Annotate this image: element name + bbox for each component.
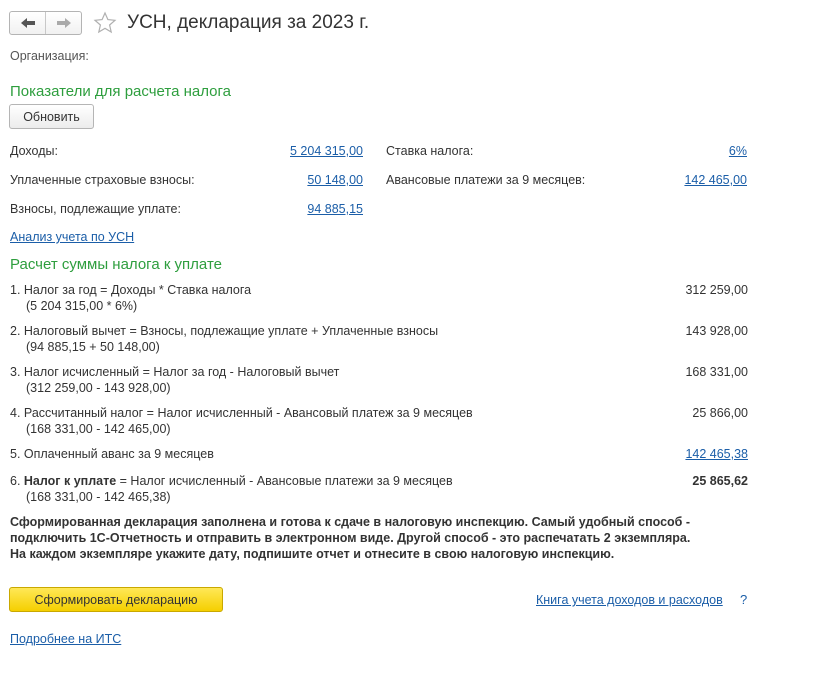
generate-declaration-button[interactable]: Сформировать декларацию	[9, 587, 223, 612]
calc-row-6-value: 25 865,62	[692, 474, 748, 488]
calc-row-2-expression: (94 885,15 + 50 148,00)	[26, 340, 160, 354]
calc-row-1-formula: 1. Налог за год = Доходы * Ставка налога	[10, 283, 252, 297]
calc-row-3-formula: 3. Налог исчисленный = Налог за год - На…	[10, 365, 340, 379]
calc-row-6-prefix: 6.	[10, 474, 24, 488]
calc-row-2-formula: 2. Налоговый вычет = Взносы, подлежащие …	[10, 324, 439, 338]
calc-row-4-expression: (168 331,00 - 142 465,00)	[26, 422, 171, 436]
income-label: Доходы:	[10, 144, 58, 158]
calc-row-3-expression: (312 259,00 - 143 928,00)	[26, 381, 171, 395]
tax-rate-value-link[interactable]: 6%	[627, 144, 747, 158]
advance-payments-value-link[interactable]: 142 465,00	[627, 173, 747, 187]
calc-section-title: Расчет суммы налога к уплате	[10, 256, 222, 273]
favorite-star-icon[interactable]	[93, 11, 117, 35]
calc-row-1-value: 312 259,00	[685, 283, 748, 297]
calc-row-6-expression: (168 331,00 - 142 465,38)	[26, 490, 171, 504]
calc-row-3-value: 168 331,00	[685, 365, 748, 379]
income-value-link[interactable]: 5 204 315,00	[243, 144, 363, 158]
calc-row-1-expression: (5 204 315,00 * 6%)	[26, 299, 138, 313]
due-contributions-value-link[interactable]: 94 885,15	[243, 202, 363, 216]
its-details-link[interactable]: Подробнее на ИТС	[10, 632, 121, 646]
arrow-right-icon	[56, 18, 71, 28]
calc-row-4-formula: 4. Рассчитанный налог = Налог исчисленны…	[10, 406, 473, 420]
help-icon[interactable]: ?	[740, 592, 747, 607]
back-button[interactable]	[10, 12, 45, 34]
calc-row-5-label: 5. Оплаченный аванс за 9 месяцев	[10, 447, 214, 461]
due-contributions-label: Взносы, подлежащие уплате:	[10, 202, 181, 216]
calc-row-6-bold-label: Налог к уплате	[23, 474, 117, 488]
usn-analysis-link[interactable]: Анализ учета по УСН	[10, 230, 134, 244]
paid-contributions-label: Уплаченные страховые взносы:	[10, 173, 195, 187]
declaration-note: Сформированная декларация заполнена и го…	[10, 515, 691, 561]
calc-row-4-value: 25 866,00	[692, 406, 748, 420]
organization-label: Организация:	[10, 49, 89, 63]
tax-rate-label: Ставка налога:	[386, 144, 474, 158]
forward-button[interactable]	[45, 12, 81, 34]
paid-contributions-value-link[interactable]: 50 148,00	[243, 173, 363, 187]
navigation-buttons	[9, 11, 82, 35]
income-expense-book-link[interactable]: Книга учета доходов и расходов	[536, 593, 723, 607]
indicators-section-title: Показатели для расчета налога	[10, 83, 231, 100]
calc-row-5-value-link[interactable]: 142 465,38	[628, 447, 748, 461]
refresh-button[interactable]: Обновить	[9, 104, 94, 129]
arrow-left-icon	[20, 18, 35, 28]
calc-row-6-formula-rest: = Налог исчисленный - Авансовые платежи …	[116, 474, 453, 488]
page-title: УСН, декларация за 2023 г.	[127, 12, 370, 33]
calc-row-2-value: 143 928,00	[685, 324, 748, 338]
calc-row-6-formula: 6. Налог к уплате = Налог исчисленный - …	[10, 474, 453, 488]
advance-payments-label: Авансовые платежи за 9 месяцев:	[386, 173, 586, 187]
